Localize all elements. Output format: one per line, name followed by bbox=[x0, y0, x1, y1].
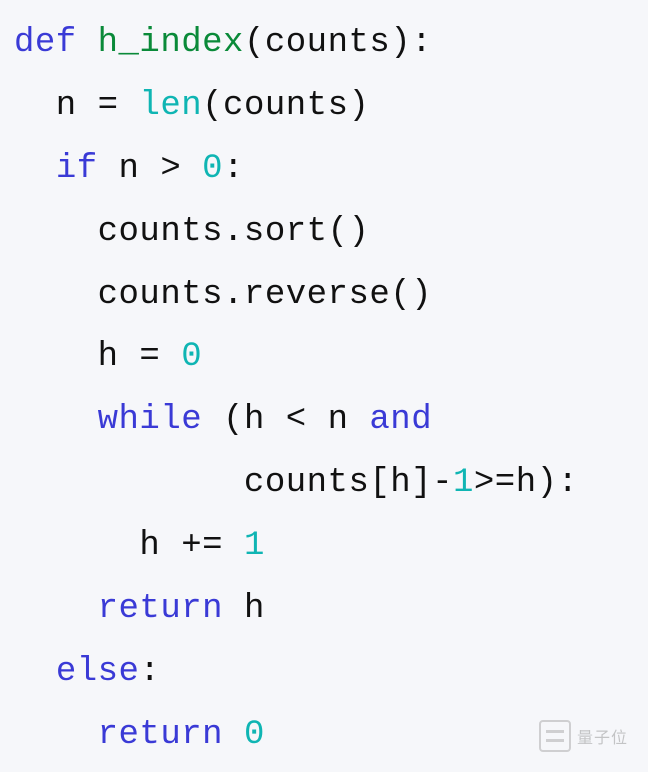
code-token: 1 bbox=[244, 527, 265, 565]
code-token: : bbox=[223, 150, 244, 188]
code-token: 0 bbox=[181, 338, 202, 376]
code-token: (h bbox=[202, 401, 286, 439]
code-token: (counts) bbox=[202, 87, 369, 125]
code-token: h bbox=[223, 590, 265, 628]
code-token: n bbox=[328, 401, 370, 439]
code-token: += bbox=[181, 527, 244, 565]
code-token: else bbox=[56, 653, 140, 691]
code-token: len bbox=[139, 87, 202, 125]
code-token: > bbox=[160, 150, 202, 188]
code-token: return bbox=[98, 590, 223, 628]
code-token: counts[h]- bbox=[14, 464, 453, 502]
code-token: : bbox=[411, 24, 432, 62]
code-block: def h_index(counts): n = len(counts) if … bbox=[0, 0, 648, 772]
code-token: and bbox=[369, 401, 432, 439]
code-token: h_index bbox=[98, 24, 244, 62]
code-token: def bbox=[14, 24, 98, 62]
code-token: : bbox=[139, 653, 160, 691]
code-token: if bbox=[56, 150, 98, 188]
code-token: = bbox=[98, 87, 140, 125]
code-token: < bbox=[286, 401, 328, 439]
code-token: : bbox=[558, 464, 579, 502]
code-token: h) bbox=[516, 464, 558, 502]
code-token: 0 bbox=[244, 716, 265, 754]
code-token: 1 bbox=[453, 464, 474, 502]
code-token: = bbox=[139, 338, 181, 376]
code-token: n bbox=[98, 150, 161, 188]
code-token: while bbox=[98, 401, 203, 439]
code-token: h bbox=[14, 338, 139, 376]
code-token: h bbox=[14, 527, 181, 565]
code-token: counts.reverse() bbox=[14, 276, 432, 314]
code-token: return bbox=[98, 716, 223, 754]
code-token: n bbox=[14, 87, 98, 125]
code-token: >= bbox=[474, 464, 516, 502]
code-token: 0 bbox=[202, 150, 223, 188]
code-token: (counts) bbox=[244, 24, 411, 62]
code-token: counts.sort() bbox=[14, 213, 369, 251]
